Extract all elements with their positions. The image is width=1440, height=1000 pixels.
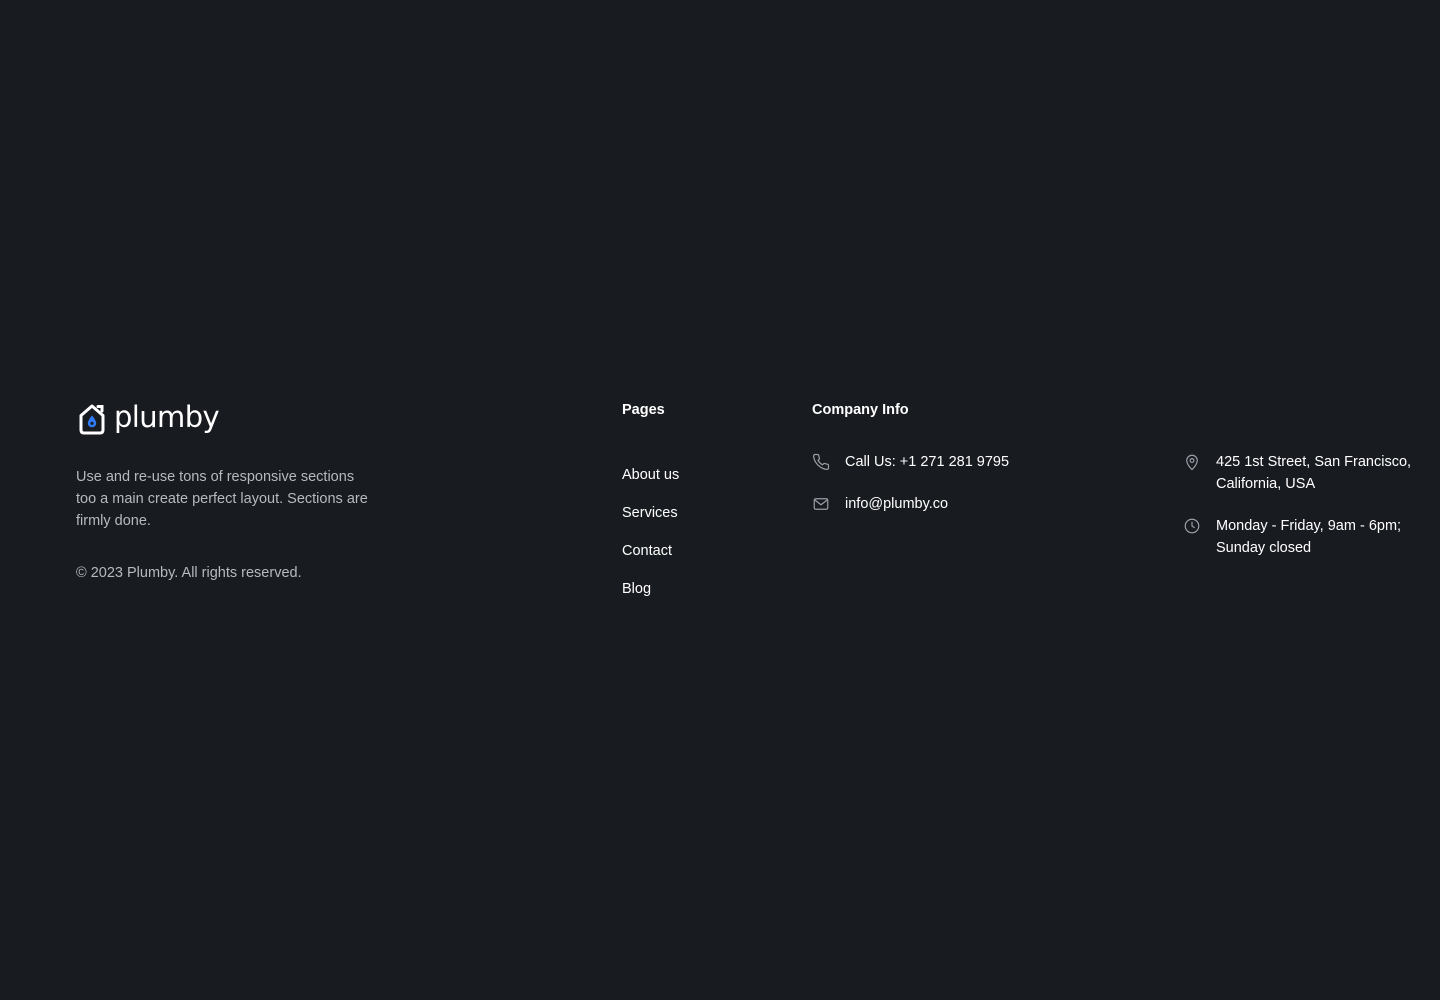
email-info[interactable]: info@plumby.co xyxy=(812,493,948,515)
footer-link-contact[interactable]: Contact xyxy=(622,541,679,579)
company-info-column: Company Info xyxy=(812,400,909,420)
logo-wordmark: plumby xyxy=(114,400,220,434)
house-drop-logo-icon xyxy=(79,404,105,435)
hours-line-2: Sunday closed xyxy=(1216,540,1312,556)
phone-text: Call Us: +1 271 281 9795 xyxy=(845,454,1010,470)
address-line-1: 425 1st Street, San Francisco, xyxy=(1216,454,1412,470)
phone-info[interactable]: Call Us: +1 271 281 9795 xyxy=(812,451,1009,473)
logo[interactable]: plumby xyxy=(76,400,386,436)
footer-link-services[interactable]: Services xyxy=(622,503,679,541)
address-line-2: California, USA xyxy=(1216,476,1316,492)
site-footer: plumby Use and re-use tons of responsive… xyxy=(0,0,1440,1000)
pages-heading: Pages xyxy=(622,402,665,418)
hours-text: Monday - Friday, 9am - 6pm; Sunday close… xyxy=(1216,515,1401,559)
copyright-text: © 2023 Plumby. All rights reserved. xyxy=(76,565,302,581)
phone-icon xyxy=(812,453,830,471)
pages-list: About us Services Contact Blog xyxy=(622,465,679,617)
pages-column: Pages About us Services Contact Blog xyxy=(622,400,679,617)
brand-description: Use and re-use tons of responsive sectio… xyxy=(76,469,368,529)
address-text: 425 1st Street, San Francisco, Californi… xyxy=(1216,451,1411,495)
footer-link-blog[interactable]: Blog xyxy=(622,579,679,617)
hours-info: Monday - Friday, 9am - 6pm; Sunday close… xyxy=(1183,515,1401,559)
hours-line-1: Monday - Friday, 9am - 6pm; xyxy=(1216,518,1402,534)
mail-icon xyxy=(812,495,830,513)
clock-icon xyxy=(1183,517,1201,535)
brand-column: plumby Use and re-use tons of responsive… xyxy=(76,400,386,584)
address-info: 425 1st Street, San Francisco, Californi… xyxy=(1183,451,1411,495)
footer-link-about-us[interactable]: About us xyxy=(622,465,679,503)
map-pin-icon xyxy=(1183,453,1201,471)
email-text: info@plumby.co xyxy=(845,496,949,512)
company-info-heading: Company Info xyxy=(812,402,909,418)
